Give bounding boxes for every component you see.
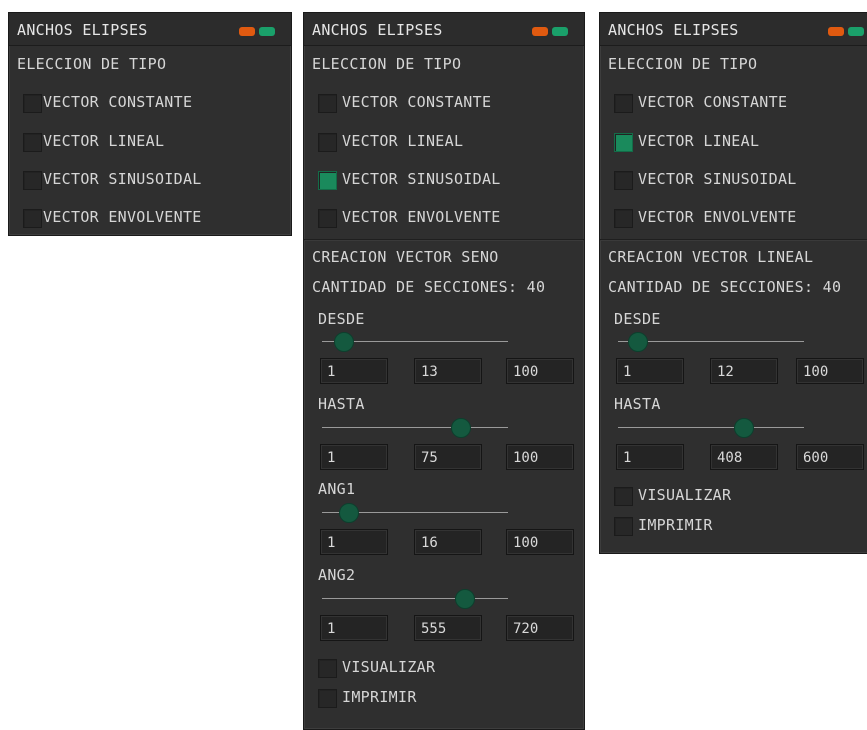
ang2-max-field[interactable]: 720 bbox=[506, 615, 574, 641]
desde-max-field[interactable]: 100 bbox=[796, 358, 864, 384]
panel-titlebar[interactable]: ANCHOS ELIPSES bbox=[9, 13, 291, 46]
slider-knob-desde[interactable] bbox=[628, 332, 648, 352]
close-button[interactable] bbox=[848, 27, 864, 36]
slider-track-hasta[interactable] bbox=[322, 427, 508, 428]
panel-title: ANCHOS ELIPSES bbox=[312, 21, 443, 39]
panel-anchos-elipses-1: ANCHOS ELIPSES ELECCION DE TIPO VECTOR C… bbox=[8, 12, 292, 236]
desde-min-field[interactable]: 1 bbox=[320, 358, 388, 384]
checkbox-label: VECTOR ENVOLVENTE bbox=[638, 208, 797, 226]
checkbox-vector-lineal[interactable] bbox=[23, 133, 42, 152]
checkbox-vector-constante[interactable] bbox=[318, 94, 337, 113]
panel-titlebar[interactable]: ANCHOS ELIPSES bbox=[600, 13, 867, 46]
sections-count: CANTIDAD DE SECCIONES: 40 bbox=[312, 278, 546, 296]
ang1-max-field[interactable]: 100 bbox=[506, 529, 574, 555]
checkbox-label: VECTOR ENVOLVENTE bbox=[342, 208, 501, 226]
ang2-value-field[interactable]: 555 bbox=[414, 615, 482, 641]
checkbox-visualizar[interactable] bbox=[318, 659, 337, 678]
checkbox-label: VECTOR CONSTANTE bbox=[638, 93, 788, 111]
slider-track-ang2[interactable] bbox=[322, 598, 508, 599]
slider-knob-ang2[interactable] bbox=[455, 589, 475, 609]
slider-label-hasta: HASTA bbox=[614, 395, 661, 413]
desde-min-field[interactable]: 1 bbox=[616, 358, 684, 384]
checkbox-vector-sinusoidal[interactable] bbox=[614, 171, 633, 190]
panel-anchos-elipses-3: ANCHOS ELIPSES ELECCION DE TIPO VECTOR C… bbox=[599, 12, 867, 554]
checkbox-label: VECTOR SINUSOIDAL bbox=[43, 170, 202, 188]
hasta-min-field[interactable]: 1 bbox=[616, 444, 684, 470]
minimize-button[interactable] bbox=[828, 27, 844, 36]
checkbox-label: VECTOR CONSTANTE bbox=[342, 93, 492, 111]
creation-title: CREACION VECTOR SENO bbox=[312, 248, 499, 266]
ang2-min-field[interactable]: 1 bbox=[320, 615, 388, 641]
desde-value-field[interactable]: 12 bbox=[710, 358, 778, 384]
checkbox-vector-lineal[interactable] bbox=[614, 133, 633, 152]
checkbox-imprimir[interactable] bbox=[318, 689, 337, 708]
checkbox-vector-sinusoidal[interactable] bbox=[23, 171, 42, 190]
panel-anchos-elipses-2: ANCHOS ELIPSES ELECCION DE TIPO VECTOR C… bbox=[303, 12, 585, 730]
panel-title: ANCHOS ELIPSES bbox=[608, 21, 739, 39]
slider-knob-desde[interactable] bbox=[334, 332, 354, 352]
checkbox-visualizar[interactable] bbox=[614, 487, 633, 506]
checkbox-imprimir[interactable] bbox=[614, 517, 633, 536]
checkbox-label: VISUALIZAR bbox=[638, 486, 732, 504]
close-button[interactable] bbox=[552, 27, 568, 36]
hasta-value-field[interactable]: 75 bbox=[414, 444, 482, 470]
checkbox-label: VISUALIZAR bbox=[342, 658, 436, 676]
slider-label-desde: DESDE bbox=[318, 310, 365, 328]
slider-knob-ang1[interactable] bbox=[339, 503, 359, 523]
checkbox-vector-envolvente[interactable] bbox=[318, 209, 337, 228]
slider-track-hasta[interactable] bbox=[618, 427, 804, 428]
hasta-max-field[interactable]: 600 bbox=[796, 444, 864, 470]
desde-max-field[interactable]: 100 bbox=[506, 358, 574, 384]
slider-label-desde: DESDE bbox=[614, 310, 661, 328]
minimize-button[interactable] bbox=[239, 27, 255, 36]
checkbox-vector-constante[interactable] bbox=[23, 94, 42, 113]
ang1-value-field[interactable]: 16 bbox=[414, 529, 482, 555]
slider-label-ang1: ANG1 bbox=[318, 480, 356, 498]
close-button[interactable] bbox=[259, 27, 275, 36]
checkbox-label: IMPRIMIR bbox=[638, 516, 713, 534]
desde-value-field[interactable]: 13 bbox=[414, 358, 482, 384]
panel-title: ANCHOS ELIPSES bbox=[17, 21, 148, 39]
section-label: ELECCION DE TIPO bbox=[17, 55, 167, 73]
slider-label-hasta: HASTA bbox=[318, 395, 365, 413]
checkbox-label: VECTOR ENVOLVENTE bbox=[43, 208, 202, 226]
slider-knob-hasta[interactable] bbox=[451, 418, 471, 438]
checkbox-vector-envolvente[interactable] bbox=[23, 209, 42, 228]
section-divider bbox=[600, 239, 867, 241]
hasta-value-field[interactable]: 408 bbox=[710, 444, 778, 470]
slider-label-ang2: ANG2 bbox=[318, 566, 356, 584]
hasta-min-field[interactable]: 1 bbox=[320, 444, 388, 470]
creation-title: CREACION VECTOR LINEAL bbox=[608, 248, 814, 266]
checkbox-vector-envolvente[interactable] bbox=[614, 209, 633, 228]
slider-knob-hasta[interactable] bbox=[734, 418, 754, 438]
checkbox-label: VECTOR LINEAL bbox=[342, 132, 464, 150]
panel-titlebar[interactable]: ANCHOS ELIPSES bbox=[304, 13, 584, 46]
section-label: ELECCION DE TIPO bbox=[312, 55, 462, 73]
checkbox-label: VECTOR CONSTANTE bbox=[43, 93, 193, 111]
checkbox-label: VECTOR LINEAL bbox=[638, 132, 760, 150]
section-divider bbox=[304, 239, 584, 241]
section-label: ELECCION DE TIPO bbox=[608, 55, 758, 73]
checkbox-label: VECTOR LINEAL bbox=[43, 132, 165, 150]
minimize-button[interactable] bbox=[532, 27, 548, 36]
checkbox-label: VECTOR SINUSOIDAL bbox=[342, 170, 501, 188]
checkbox-vector-sinusoidal[interactable] bbox=[318, 171, 337, 190]
checkbox-label: VECTOR SINUSOIDAL bbox=[638, 170, 797, 188]
hasta-max-field[interactable]: 100 bbox=[506, 444, 574, 470]
checkbox-vector-lineal[interactable] bbox=[318, 133, 337, 152]
checkbox-label: IMPRIMIR bbox=[342, 688, 417, 706]
checkbox-vector-constante[interactable] bbox=[614, 94, 633, 113]
ang1-min-field[interactable]: 1 bbox=[320, 529, 388, 555]
sections-count: CANTIDAD DE SECCIONES: 40 bbox=[608, 278, 842, 296]
